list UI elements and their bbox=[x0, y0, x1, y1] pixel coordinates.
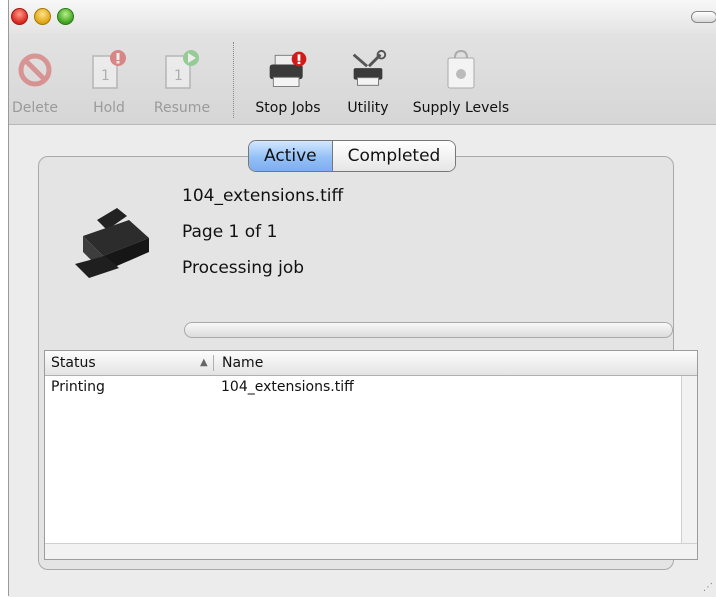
status-column-header[interactable]: Status bbox=[51, 351, 96, 375]
vertical-scrollbar[interactable] bbox=[681, 376, 697, 544]
tab-active[interactable]: Active bbox=[249, 141, 333, 171]
job-progress-bar bbox=[184, 322, 673, 338]
toolbar-toggle-button[interactable] bbox=[691, 11, 716, 23]
svg-text:1: 1 bbox=[101, 68, 110, 84]
utility-icon bbox=[346, 48, 390, 92]
stop-jobs-label: Stop Jobs bbox=[255, 100, 321, 116]
supply-levels-button[interactable]: Supply Levels bbox=[401, 34, 521, 124]
resize-handle[interactable]: ⋰ bbox=[703, 582, 713, 593]
supply-levels-label: Supply Levels bbox=[412, 100, 510, 116]
hold-button[interactable]: 1 Hold bbox=[87, 34, 131, 124]
row-status: Printing bbox=[51, 379, 105, 395]
horizontal-scrollbar[interactable] bbox=[45, 543, 697, 559]
utility-button[interactable]: Utility bbox=[341, 34, 395, 124]
tab-completed[interactable]: Completed bbox=[332, 141, 456, 171]
title-bar[interactable] bbox=[9, 0, 716, 34]
supply-levels-icon bbox=[439, 48, 483, 92]
hold-label: Hold bbox=[93, 100, 125, 116]
row-name: 104_extensions.tiff bbox=[221, 379, 354, 395]
delete-label: Delete bbox=[12, 100, 58, 116]
hold-icon: 1 bbox=[87, 48, 131, 92]
delete-icon bbox=[13, 48, 57, 92]
job-info: 104_extensions.tiff Page 1 of 1 Processi… bbox=[182, 182, 343, 290]
sort-ascending-icon: ▲ bbox=[200, 357, 208, 368]
name-column-header[interactable]: Name bbox=[222, 351, 263, 375]
job-table: Status ▲ Name Printing 104_extensions.ti… bbox=[44, 350, 698, 560]
toolbar: Delete 1 Hold 1 Resume Stop Jobs Utility… bbox=[9, 34, 716, 124]
resume-icon: 1 bbox=[160, 48, 204, 92]
job-state: Processing job bbox=[182, 258, 305, 278]
zoom-button[interactable] bbox=[57, 8, 74, 25]
job-filename: 104_extensions.tiff bbox=[182, 186, 344, 206]
delete-button[interactable]: Delete bbox=[3, 34, 67, 124]
minimize-button[interactable] bbox=[34, 8, 51, 25]
column-divider[interactable] bbox=[213, 355, 214, 371]
resume-button[interactable]: 1 Resume bbox=[147, 34, 217, 124]
main-content: Active Completed 104_extensions.tiff Pag… bbox=[9, 124, 716, 597]
stop-jobs-button[interactable]: Stop Jobs bbox=[249, 34, 327, 124]
table-row[interactable]: Printing 104_extensions.tiff bbox=[45, 376, 697, 398]
table-header: Status ▲ Name bbox=[45, 351, 697, 376]
toolbar-separator bbox=[233, 42, 234, 118]
utility-label: Utility bbox=[347, 100, 389, 116]
job-page: Page 1 of 1 bbox=[182, 222, 278, 242]
resume-label: Resume bbox=[153, 100, 211, 116]
close-button[interactable] bbox=[11, 8, 28, 25]
stop-jobs-icon bbox=[266, 48, 310, 92]
svg-text:1: 1 bbox=[174, 68, 183, 84]
queue-tab-control: Active Completed bbox=[248, 140, 457, 172]
printer-icon bbox=[75, 202, 159, 282]
print-queue-window: Delete 1 Hold 1 Resume Stop Jobs Utility… bbox=[8, 0, 716, 597]
